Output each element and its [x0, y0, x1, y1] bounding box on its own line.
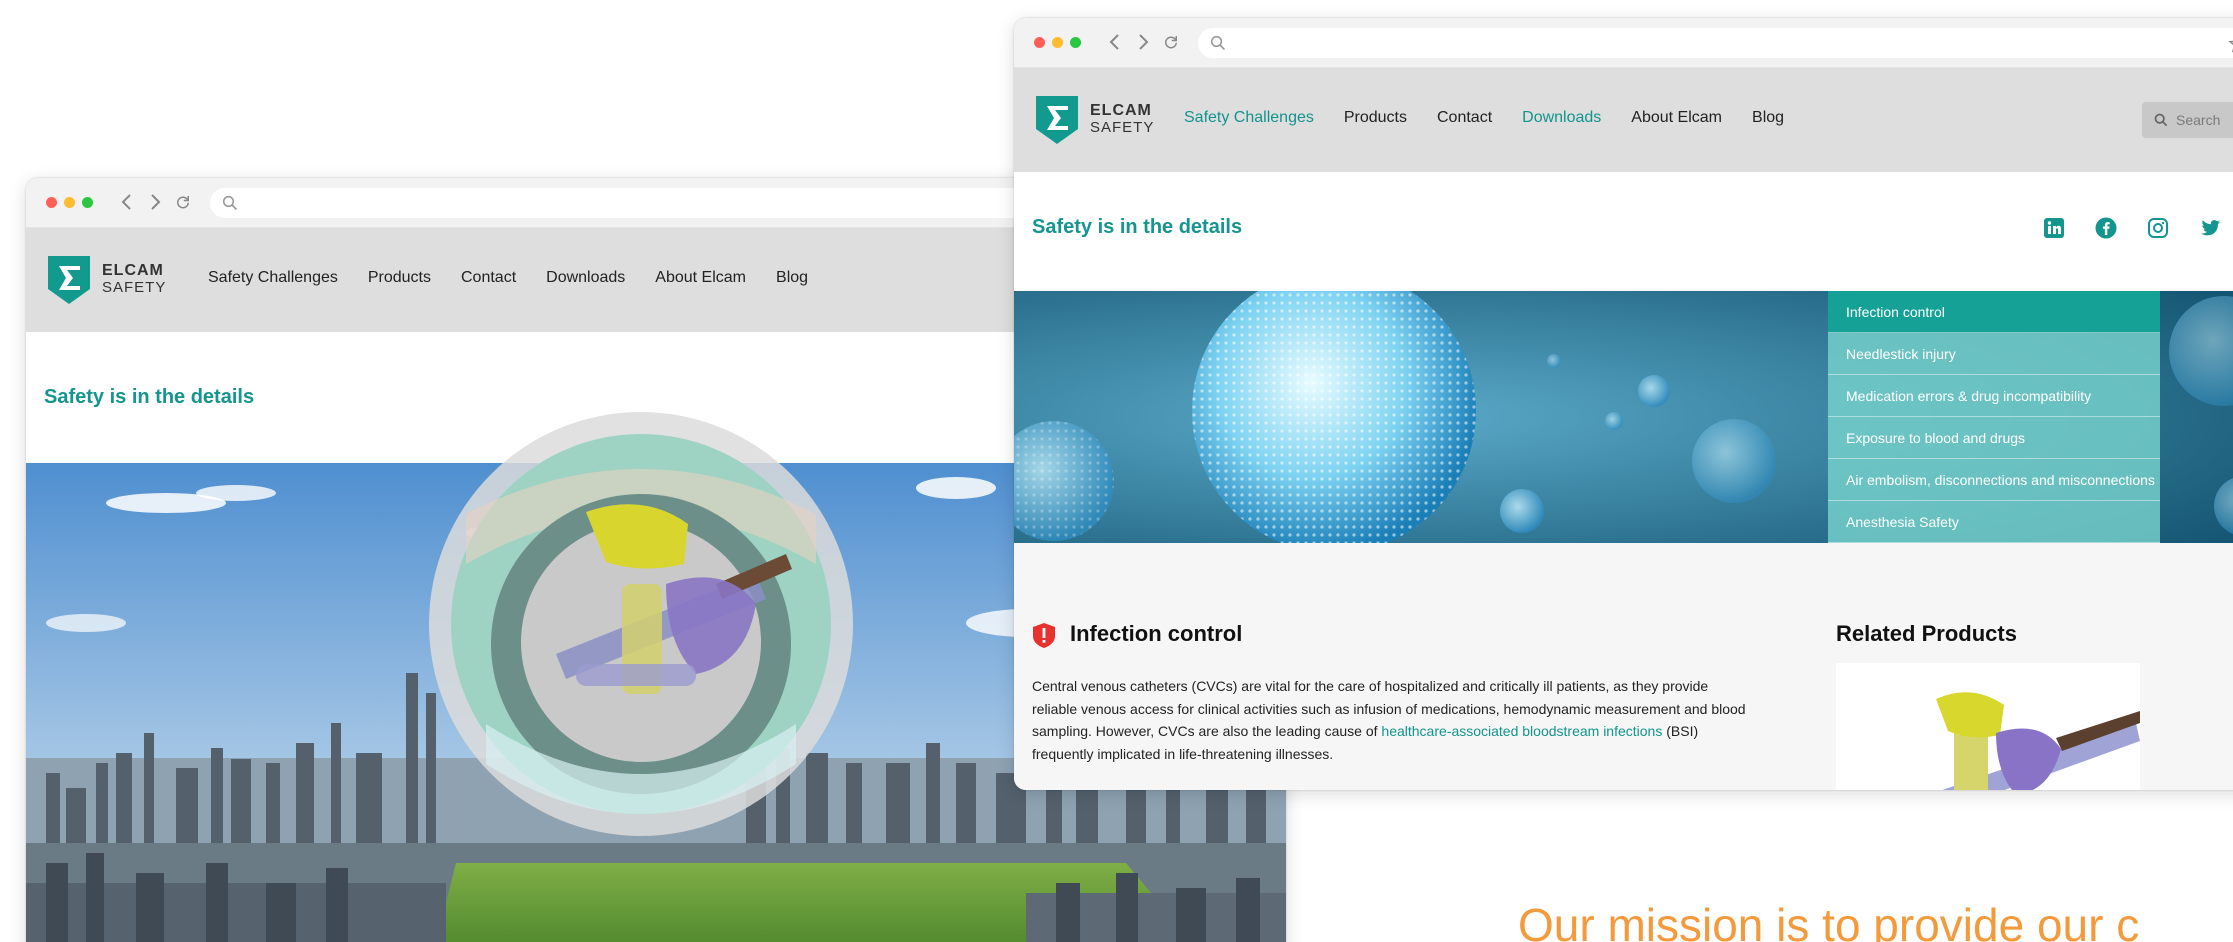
elcam-logo[interactable]: ELCAM SAFETY: [1032, 91, 1154, 147]
window-controls: [1034, 37, 1081, 48]
nav-safety-challenges[interactable]: Safety Challenges: [208, 269, 338, 287]
reload-icon[interactable]: [174, 190, 192, 214]
stopcock-product-circle: [429, 412, 853, 836]
browser-window-front: ELCAM SAFETY Safety Challenges Products …: [1014, 18, 2233, 790]
linkedin-icon[interactable]: [2042, 216, 2066, 240]
product-thumbnail: [1836, 663, 2140, 790]
bookmark-star-icon[interactable]: [2228, 34, 2233, 54]
search-icon: [2154, 113, 2168, 127]
instagram-icon[interactable]: [2146, 216, 2170, 240]
menu-item-medication-errors[interactable]: Medication errors & drug incompatibility: [1828, 375, 2160, 417]
logo-line-2: SAFETY: [1090, 119, 1155, 136]
menu-item-anesthesia-safety[interactable]: Anesthesia Safety: [1828, 501, 2160, 543]
search-placeholder: Search: [2176, 112, 2221, 128]
safety-challenges-menu: Infection control Needlestick injury Med…: [1828, 291, 2160, 543]
window-controls: [46, 197, 93, 208]
site-header: ELCAM SAFETY Safety Challenges Products …: [1014, 68, 2233, 172]
search-icon: [1210, 35, 1226, 51]
related-products-title: Related Products: [1836, 621, 2017, 646]
menu-item-infection-control[interactable]: Infection control: [1828, 291, 2160, 333]
maximize-window-button[interactable]: [1070, 37, 1081, 48]
nav-downloads[interactable]: Downloads: [1522, 109, 1601, 127]
menu-item-needlestick-injury[interactable]: Needlestick injury: [1828, 333, 2160, 375]
elcam-logo[interactable]: ELCAM SAFETY: [44, 251, 166, 307]
elcam-logo-mark: [1036, 96, 1078, 144]
forward-arrow-icon[interactable]: [146, 190, 164, 214]
logo-line-2: SAFETY: [102, 279, 167, 296]
reload-icon[interactable]: [1162, 30, 1180, 54]
back-arrow-icon[interactable]: [1106, 30, 1124, 54]
menu-item-exposure[interactable]: Exposure to blood and drugs: [1828, 417, 2160, 459]
section-title: Infection control: [1070, 621, 1243, 646]
history-controls: [118, 190, 192, 214]
elcam-logo-mark: [48, 256, 90, 304]
nav-safety-challenges[interactable]: Safety Challenges: [1184, 109, 1314, 127]
page-tagline: Safety is in the details: [44, 386, 255, 408]
back-arrow-icon[interactable]: [118, 190, 136, 214]
close-window-button[interactable]: [1034, 37, 1045, 48]
section-body: Central venous catheters (CVCs) are vita…: [1032, 675, 1752, 765]
nav-contact[interactable]: Contact: [1437, 109, 1492, 127]
minimize-window-button[interactable]: [1052, 37, 1063, 48]
page-tagline: Safety is in the details: [1032, 216, 1243, 238]
logo-wordmark: ELCAM SAFETY: [102, 262, 166, 296]
browser-toolbar: [1014, 18, 2233, 68]
address-bar[interactable]: [1198, 28, 2233, 58]
nav-contact[interactable]: Contact: [461, 269, 516, 287]
facebook-icon[interactable]: [2094, 216, 2118, 240]
main-menu: Safety Challenges Products Contact Downl…: [208, 269, 808, 287]
nav-about-elcam[interactable]: About Elcam: [1631, 109, 1722, 127]
main-menu: Safety Challenges Products Contact Downl…: [1184, 109, 1784, 127]
menu-item-air-embolism[interactable]: Air embolism, disconnections and misconn…: [1828, 459, 2160, 501]
nav-downloads[interactable]: Downloads: [546, 269, 625, 287]
mission-statement: Our mission is to provide our c: [1518, 899, 2140, 942]
nav-about-elcam[interactable]: About Elcam: [655, 269, 746, 287]
nav-products[interactable]: Products: [1344, 109, 1407, 127]
nav-products[interactable]: Products: [368, 269, 431, 287]
main-content: Infection control Central venous cathete…: [1014, 543, 2233, 790]
logo-line-1: ELCAM: [1090, 102, 1152, 119]
shield-alert-icon: [1033, 623, 1055, 648]
search-icon: [222, 195, 238, 211]
twitter-icon[interactable]: [2198, 216, 2222, 240]
bsi-link[interactable]: healthcare-associated bloodstream infect…: [1381, 723, 1662, 739]
social-links: [2042, 216, 2233, 240]
related-product-card[interactable]: [1836, 663, 2140, 790]
close-window-button[interactable]: [46, 197, 57, 208]
screenshot-stage: ELCAM SAFETY Safety Challenges Products …: [0, 0, 2233, 942]
nav-blog[interactable]: Blog: [1752, 109, 1784, 127]
forward-arrow-icon[interactable]: [1134, 30, 1152, 54]
history-controls: [1106, 30, 1180, 54]
logo-wordmark: ELCAM SAFETY: [1090, 102, 1154, 136]
logo-line-1: ELCAM: [102, 262, 164, 279]
maximize-window-button[interactable]: [82, 197, 93, 208]
nav-blog[interactable]: Blog: [776, 269, 808, 287]
site-search-input[interactable]: Search: [2142, 102, 2233, 138]
minimize-window-button[interactable]: [64, 197, 75, 208]
